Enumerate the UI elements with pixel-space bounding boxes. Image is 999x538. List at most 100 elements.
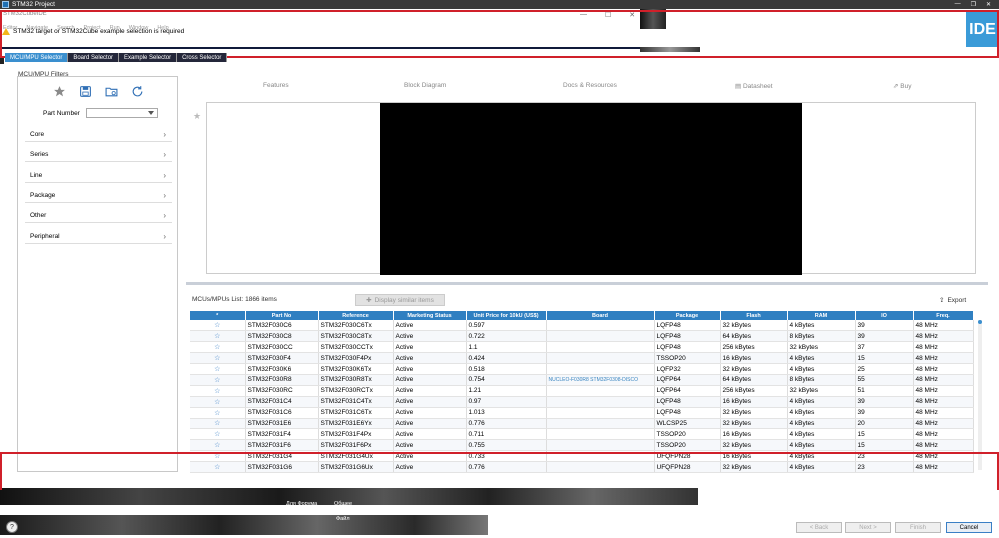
table-cell: STM32F031G4Ux bbox=[318, 450, 394, 463]
table-row[interactable]: ☆ STM32F030CC STM32F030CCTx Active 1.1 LQFP48… bbox=[190, 341, 974, 354]
table-cell: 39 bbox=[855, 396, 914, 408]
filter-peripheral[interactable]: Peripheral › bbox=[25, 229, 172, 244]
close-icon[interactable]: ✕ bbox=[629, 11, 635, 19]
tab-docs-resources[interactable]: Docs & Resources bbox=[563, 82, 617, 89]
favorite-star-icon[interactable]: ★ bbox=[193, 111, 201, 122]
favorite-star-icon[interactable]: ☆ bbox=[190, 428, 246, 441]
table-scrollbar[interactable] bbox=[978, 320, 982, 470]
filter-other[interactable]: Other › bbox=[25, 208, 172, 223]
table-cell: Active bbox=[393, 396, 467, 408]
tab-buy[interactable]: ⇗ Buy bbox=[893, 82, 911, 90]
cancel-button[interactable]: Cancel bbox=[946, 522, 992, 533]
tab-mcu-selector[interactable]: MCU/MPU Selector bbox=[5, 53, 69, 62]
table-row[interactable]: ☆ STM32F031C4 STM32F031C4Tx Active 0.97 LQFP4… bbox=[190, 396, 974, 408]
favorite-star-icon[interactable]: ☆ bbox=[190, 385, 246, 397]
back-button[interactable]: < Back bbox=[796, 522, 842, 533]
scrollbar-thumb[interactable] bbox=[978, 320, 982, 324]
column-header[interactable]: * bbox=[190, 311, 246, 320]
filter-label: Package bbox=[30, 191, 56, 199]
favorite-star-icon[interactable]: ☆ bbox=[190, 439, 246, 452]
column-header[interactable]: Part No bbox=[245, 311, 319, 320]
export-button[interactable]: ⇪ Export bbox=[939, 296, 966, 305]
favorite-star-icon[interactable]: ☆ bbox=[190, 320, 246, 332]
table-row[interactable]: ☆ STM32F030R8 STM32F030R8Tx Active 0.754 NUCL… bbox=[190, 374, 974, 386]
star-icon[interactable] bbox=[52, 84, 66, 98]
table-cell: 48 MHz bbox=[913, 396, 974, 408]
filter-core[interactable]: Core › bbox=[25, 127, 172, 142]
table-cell: STM32F031G4 bbox=[245, 450, 319, 463]
tab-cross-selector[interactable]: Cross Selector bbox=[177, 53, 228, 62]
table-cell: STM32F030K6Tx bbox=[318, 363, 394, 375]
help-button[interactable]: ? bbox=[6, 521, 18, 533]
favorite-star-icon[interactable]: ☆ bbox=[190, 341, 246, 354]
column-header[interactable]: Unit Price for 10kU (US$) bbox=[466, 311, 547, 320]
table-row[interactable]: ☆ STM32F030K6 STM32F030K6Tx Active 0.518 LQFP… bbox=[190, 363, 974, 375]
favorite-star-icon[interactable]: ☆ bbox=[190, 407, 246, 419]
table-row[interactable]: ☆ STM32F031G4 STM32F031G4Ux Active 0.733 UFQF… bbox=[190, 450, 974, 463]
column-header[interactable]: Reference bbox=[318, 311, 394, 320]
table-cell: 37 bbox=[855, 341, 914, 354]
favorite-star-icon[interactable]: ☆ bbox=[190, 461, 246, 473]
table-cell: 4 kBytes bbox=[787, 363, 856, 375]
table-cell: 8 kBytes bbox=[787, 374, 856, 386]
favorite-star-icon[interactable]: ☆ bbox=[190, 418, 246, 430]
finish-button[interactable]: Finish bbox=[895, 522, 941, 533]
table-row[interactable]: ☆ STM32F031E6 STM32F031E6Yx Active 0.776 WLCS… bbox=[190, 418, 974, 430]
filter-series[interactable]: Series › bbox=[25, 147, 172, 162]
table-cell: STM32F031G6 bbox=[245, 461, 319, 473]
table-row[interactable]: ☆ STM32F030F4 STM32F030F4Px Active 0.424 TSSO… bbox=[190, 352, 974, 365]
favorite-star-icon[interactable]: ☆ bbox=[190, 374, 246, 386]
table-row[interactable]: ☆ STM32F031F6 STM32F031F6Px Active 0.755 TSSO… bbox=[190, 439, 974, 452]
column-header[interactable]: Board bbox=[546, 311, 655, 320]
filter-package[interactable]: Package › bbox=[25, 188, 172, 203]
chevron-right-icon: › bbox=[163, 190, 166, 200]
save-icon[interactable] bbox=[78, 84, 92, 98]
table-cell: 4 kBytes bbox=[787, 407, 856, 419]
ide-window-controls: — ☐ ✕ bbox=[580, 11, 635, 19]
column-header[interactable]: Marketing Status bbox=[393, 311, 467, 320]
table-row[interactable]: ☆ STM32F030C8 STM32F030C8Tx Active 0.722 LQFP… bbox=[190, 330, 974, 343]
table-row[interactable]: ☆ STM32F031C6 STM32F031C6Tx Active 1.013 LQFP… bbox=[190, 407, 974, 419]
close-icon[interactable]: ✕ bbox=[986, 1, 991, 8]
table-row[interactable]: ☆ STM32F030C6 STM32F030C6Tx Active 0.597 LQFP… bbox=[190, 320, 974, 332]
filter-line[interactable]: Line › bbox=[25, 168, 172, 183]
minimize-icon[interactable]: — bbox=[580, 11, 587, 19]
column-header[interactable]: IO bbox=[855, 311, 914, 320]
tab-features[interactable]: Features bbox=[263, 82, 289, 89]
table-cell: 48 MHz bbox=[913, 450, 974, 463]
part-number-select[interactable] bbox=[86, 108, 158, 118]
tab-datasheet[interactable]: ▤ Datasheet bbox=[735, 82, 773, 90]
column-header[interactable]: Freq. bbox=[913, 311, 974, 320]
splitter[interactable] bbox=[186, 282, 988, 285]
column-header[interactable]: RAM bbox=[787, 311, 856, 320]
tab-example-selector[interactable]: Example Selector bbox=[119, 53, 178, 62]
table-cell: LQFP48 bbox=[654, 341, 721, 354]
table-cell: WLCSP25 bbox=[654, 418, 721, 430]
display-similar-button[interactable]: ✚ Display similar items bbox=[355, 294, 445, 306]
reset-icon[interactable] bbox=[130, 84, 144, 98]
next-button[interactable]: Next > bbox=[845, 522, 891, 533]
table-row[interactable]: ☆ STM32F030RC STM32F030RCTx Active 1.21 LQFP6… bbox=[190, 385, 974, 397]
column-header[interactable]: Flash bbox=[720, 311, 788, 320]
taskbar-label: Файл bbox=[336, 516, 350, 522]
column-header[interactable]: Package bbox=[654, 311, 721, 320]
table-row[interactable]: ☆ STM32F031F4 STM32F031F4Px Active 0.711 TSSO… bbox=[190, 428, 974, 441]
table-cell: 8 kBytes bbox=[787, 330, 856, 343]
maximize-icon[interactable]: ❐ bbox=[971, 1, 976, 8]
maximize-icon[interactable]: ☐ bbox=[605, 11, 611, 19]
tab-board-selector[interactable]: Board Selector bbox=[68, 53, 120, 62]
table-cell: STM32F031C4Tx bbox=[318, 396, 394, 408]
favorite-star-icon[interactable]: ☆ bbox=[190, 450, 246, 463]
favorite-star-icon[interactable]: ☆ bbox=[190, 363, 246, 375]
table-row[interactable]: ☆ STM32F031G6 STM32F031G6Ux Active 0.776 UFQF… bbox=[190, 461, 974, 473]
plus-icon: ✚ bbox=[366, 297, 372, 304]
table-cell: 55 bbox=[855, 374, 914, 386]
favorite-star-icon[interactable]: ☆ bbox=[190, 352, 246, 365]
tab-block-diagram[interactable]: Block Diagram bbox=[404, 82, 446, 89]
minimize-icon[interactable]: — bbox=[955, 1, 961, 8]
favorite-star-icon[interactable]: ☆ bbox=[190, 396, 246, 408]
table-cell: 16 kBytes bbox=[720, 396, 788, 408]
open-folder-icon[interactable] bbox=[104, 84, 118, 98]
table-cell: Active bbox=[393, 461, 467, 473]
favorite-star-icon[interactable]: ☆ bbox=[190, 330, 246, 343]
